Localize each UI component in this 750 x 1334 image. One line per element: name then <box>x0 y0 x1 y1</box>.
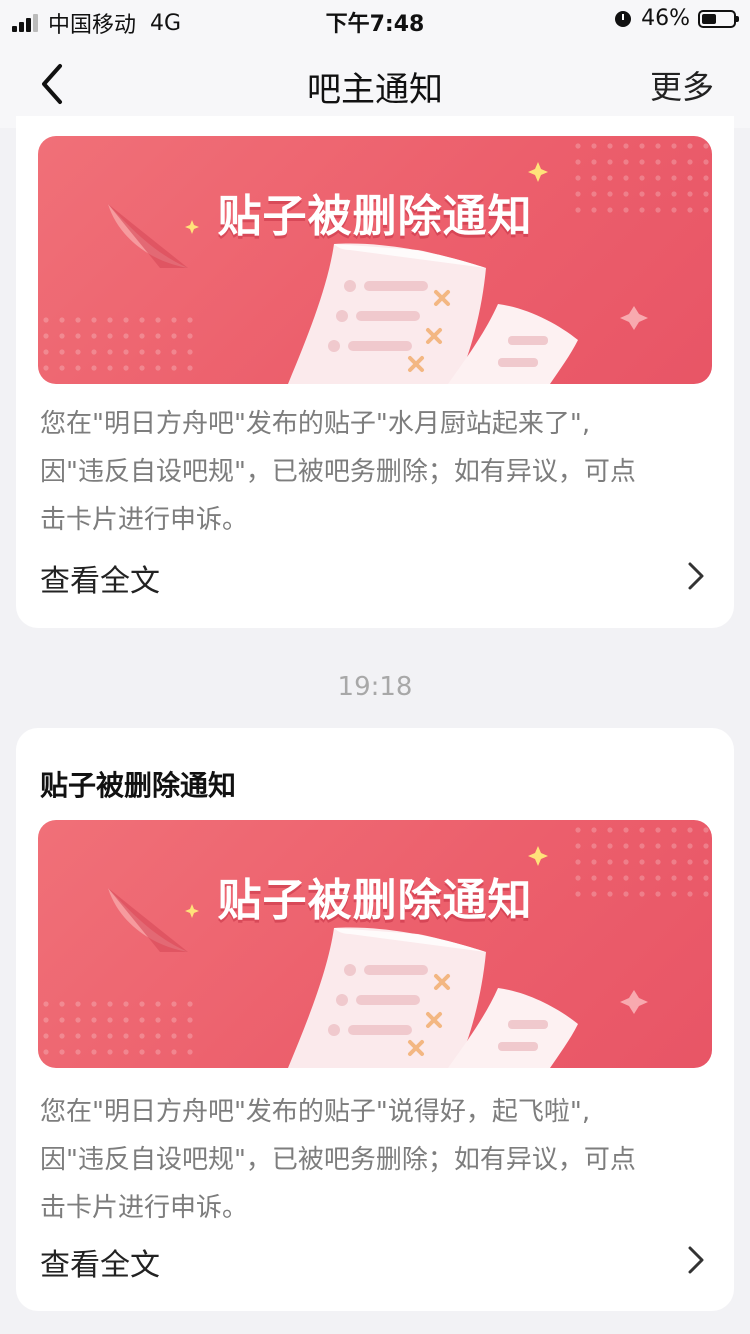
read-more-row[interactable]: 查看全文 <box>40 1230 710 1290</box>
notice-banner: 贴子被删除通知 <box>38 820 712 1068</box>
banner-title: 贴子被删除通知 <box>217 191 533 242</box>
status-bar: 中国移动 4G 下午7:48 46% <box>0 0 750 40</box>
notice-body-line: 击卡片进行申诉。 <box>40 1193 249 1223</box>
battery-fill <box>702 13 716 24</box>
notice-body: 您在"明日方舟吧"发布的贴子"说得好，起飞啦", 因"违反自设吧规"，已被吧务删… <box>40 1088 710 1232</box>
notice-card[interactable]: 贴子被删除通知 贴子被删除通知 您在"明日方舟吧"发布的贴子"说得好，起飞啦",… <box>16 728 734 1311</box>
notice-body-line: 因"违反自设吧规"，已被吧务删除；如有异议，可点 <box>40 457 636 487</box>
battery-info: 46% <box>615 6 739 31</box>
nav-bar: 吧主通知 更多 <box>0 40 750 128</box>
notice-body-line: 因"违反自设吧规"，已被吧务删除；如有异议，可点 <box>40 1145 636 1175</box>
read-more-label: 查看全文 <box>40 1248 160 1283</box>
paper-illustration <box>43 827 709 1068</box>
message-timestamp: 19:18 <box>337 672 413 702</box>
battery-icon <box>698 9 739 28</box>
banner-title: 贴子被删除通知 <box>217 875 533 926</box>
notice-body: 您在"明日方舟吧"发布的贴子"水月厨站起来了", 因"违反自设吧规"，已被吧务删… <box>40 400 710 544</box>
notice-body-line: 您在"明日方舟吧"发布的贴子"水月厨站起来了", <box>40 409 591 439</box>
chevron-right-icon <box>688 1246 704 1274</box>
more-button[interactable]: 更多 <box>650 62 714 108</box>
page-title: 吧主通知 <box>307 70 443 110</box>
read-more-label: 查看全文 <box>40 564 160 599</box>
notice-banner: 贴子被删除通知 <box>38 136 712 384</box>
notice-title: 贴子被删除通知 <box>40 769 237 802</box>
read-more-row[interactable]: 查看全文 <box>40 546 710 606</box>
paper-illustration <box>43 143 709 384</box>
notice-body-line: 击卡片进行申诉。 <box>40 505 249 535</box>
alarm-icon <box>615 10 632 27</box>
chevron-right-icon <box>688 562 704 590</box>
notice-body-line: 您在"明日方舟吧"发布的贴子"说得好，起飞啦", <box>40 1097 591 1127</box>
battery-percent: 46% <box>641 6 690 31</box>
notice-card[interactable]: 贴子被删除通知 您在"明日方舟吧"发布的贴子"水月厨站起来了", 因"违反自设吧… <box>16 116 734 628</box>
